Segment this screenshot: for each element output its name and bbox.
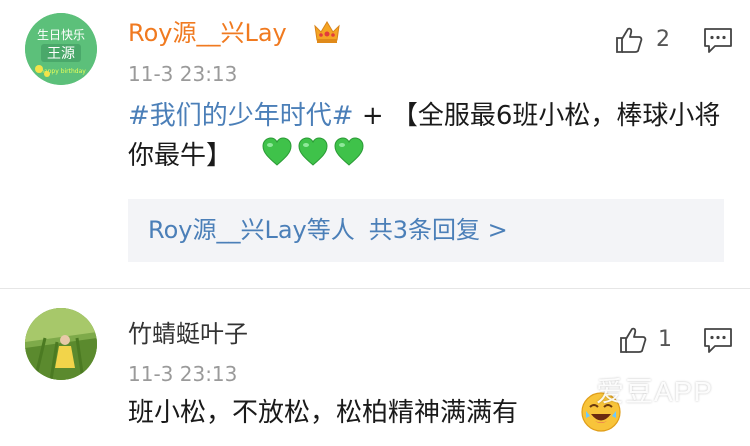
username[interactable]: 竹蜻蜓叶子 xyxy=(128,319,248,349)
username[interactable]: Roy源__兴Lay xyxy=(128,18,287,48)
reply-users[interactable]: Roy源__兴Lay xyxy=(148,216,307,244)
thumbs-up-icon[interactable] xyxy=(614,25,644,55)
comment-body: #我们的少年时代# + 【全服最6班小松，棒球小将你最牛】 xyxy=(128,96,728,180)
comment-reply-icon[interactable] xyxy=(703,326,733,354)
avatar[interactable]: 生日快乐 王源 happy birthday xyxy=(25,13,97,85)
green-heart-icon xyxy=(334,137,364,166)
divider xyxy=(0,288,750,289)
replies-summary-text[interactable]: Roy源__兴Lay等人 共3条回复 > xyxy=(148,213,508,247)
reply-users-suffix: 等人 xyxy=(306,216,355,244)
avatar-image xyxy=(25,308,97,380)
comment-reply-icon[interactable] xyxy=(703,26,733,54)
avatar[interactable] xyxy=(25,308,97,380)
timestamp: 11-3 23:13 xyxy=(128,362,238,386)
crown-icon xyxy=(314,21,340,43)
avatar-line-1: 生日快乐 xyxy=(37,28,85,42)
comment-body: 班小松，不放松，松柏精神满满有 xyxy=(128,398,519,428)
like-count: 2 xyxy=(656,27,670,52)
thumbs-up-icon[interactable] xyxy=(618,325,648,355)
timestamp: 11-3 23:13 xyxy=(128,62,238,86)
reply-count[interactable]: 共3条回复 > xyxy=(369,216,508,244)
watermark-logo: 爱豆APP xyxy=(596,376,714,407)
avatar-line-2: 王源 xyxy=(47,46,75,62)
green-heart-icon xyxy=(262,137,292,166)
replies-summary[interactable]: Roy源__兴Lay等人 共3条回复 > xyxy=(128,199,724,262)
hashtag-link[interactable]: #我们的少年时代# xyxy=(128,101,354,131)
green-heart-icon xyxy=(298,137,328,166)
avatar-image: 生日快乐 王源 happy birthday xyxy=(25,13,97,85)
like-count: 1 xyxy=(658,327,672,352)
emoji-group xyxy=(260,136,368,180)
comment-list: 生日快乐 王源 happy birthday Roy源__兴Lay 11-3 2… xyxy=(0,0,750,446)
